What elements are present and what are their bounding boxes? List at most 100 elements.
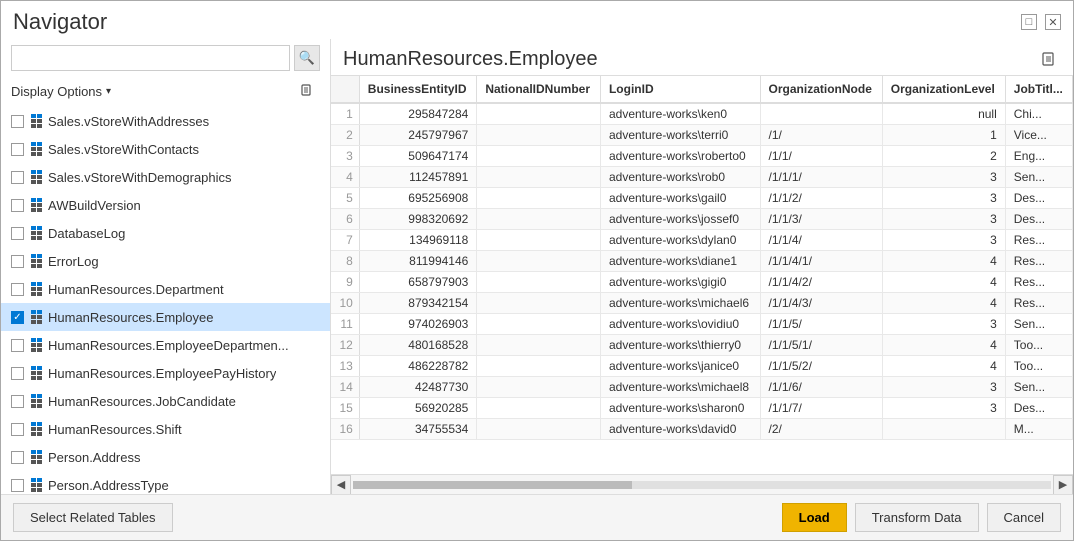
row-number: 9 (331, 272, 359, 293)
table-cell: 42487730 (359, 377, 477, 398)
nav-item-checkbox[interactable] (11, 339, 24, 352)
nav-page-icon-button[interactable] (296, 79, 320, 103)
table-row: 1442487730adventure-works\michael8/1/1/6… (331, 377, 1073, 398)
table-icon (28, 170, 44, 184)
row-number: 15 (331, 398, 359, 419)
nav-item-label: Sales.vStoreWithDemographics (48, 170, 232, 185)
table-cell: Des... (1005, 398, 1072, 419)
row-number: 2 (331, 125, 359, 146)
nav-item[interactable]: HumanResources.Department (1, 275, 330, 303)
table-cell (477, 398, 601, 419)
table-cell: Too... (1005, 356, 1072, 377)
nav-item-checkbox[interactable] (11, 227, 24, 240)
table-cell: 3 (882, 377, 1005, 398)
nav-item-label: HumanResources.Shift (48, 422, 182, 437)
table-row: 11974026903adventure-works\ovidiu0/1/1/5… (331, 314, 1073, 335)
table-cell: /1/1/ (760, 146, 882, 167)
nav-item-checkbox[interactable] (11, 367, 24, 380)
nav-item[interactable]: HumanResources.EmployeePayHistory (1, 359, 330, 387)
nav-item-checkbox[interactable] (11, 115, 24, 128)
nav-item[interactable]: HumanResources.Shift (1, 415, 330, 443)
left-panel: 🔍 Display Options ▾ (1, 39, 331, 494)
table-cell: 879342154 (359, 293, 477, 314)
nav-item[interactable]: AWBuildVersion (1, 191, 330, 219)
nav-item-checkbox[interactable]: ✓ (11, 311, 24, 324)
transform-data-button[interactable]: Transform Data (855, 503, 979, 532)
table-cell: M... (1005, 419, 1072, 440)
table-cell: /1/1/7/ (760, 398, 882, 419)
table-row: 4112457891adventure-works\rob0/1/1/1/3Se… (331, 167, 1073, 188)
row-number: 16 (331, 419, 359, 440)
table-cell: adventure-works\rob0 (600, 167, 760, 188)
table-header-cell: OrganizationNode (760, 76, 882, 103)
scroll-right-button[interactable]: ▶ (1053, 475, 1073, 495)
nav-item-label: Person.AddressType (48, 478, 169, 493)
right-panel: HumanResources.Employee BusinessEntityID… (331, 39, 1073, 494)
nav-item-checkbox[interactable] (11, 451, 24, 464)
load-button[interactable]: Load (782, 503, 847, 532)
nav-item[interactable]: Sales.vStoreWithDemographics (1, 163, 330, 191)
chevron-down-icon: ▾ (106, 86, 111, 97)
table-cell: 486228782 (359, 356, 477, 377)
table-cell: /1/1/5/2/ (760, 356, 882, 377)
table-cell: adventure-works\diane1 (600, 251, 760, 272)
nav-item-label: HumanResources.Department (48, 282, 224, 297)
nav-item-checkbox[interactable] (11, 283, 24, 296)
nav-item-checkbox[interactable] (11, 171, 24, 184)
search-input[interactable] (11, 45, 290, 71)
table-cell: adventure-works\michael8 (600, 377, 760, 398)
minimize-button[interactable]: □ (1021, 14, 1037, 30)
nav-item-checkbox[interactable] (11, 143, 24, 156)
table-cell: Vice... (1005, 125, 1072, 146)
table-cell: /1/1/4/ (760, 230, 882, 251)
nav-item[interactable]: Sales.vStoreWithContacts (1, 135, 330, 163)
nav-item[interactable]: Person.Address (1, 443, 330, 471)
table-cell (477, 272, 601, 293)
table-cell: adventure-works\roberto0 (600, 146, 760, 167)
table-cell (477, 293, 601, 314)
nav-list[interactable]: Sales.vStoreWithAddresses Sales.vStoreWi… (1, 107, 330, 494)
table-cell: 509647174 (359, 146, 477, 167)
table-cell: adventure-works\ken0 (600, 103, 760, 125)
nav-item[interactable]: HumanResources.EmployeeDepartmen... (1, 331, 330, 359)
nav-item-label: HumanResources.Employee (48, 310, 213, 325)
nav-item-checkbox[interactable] (11, 395, 24, 408)
nav-item-checkbox[interactable] (11, 255, 24, 268)
nav-item[interactable]: HumanResources.JobCandidate (1, 387, 330, 415)
preview-export-button[interactable] (1037, 47, 1061, 71)
row-number: 6 (331, 209, 359, 230)
nav-item[interactable]: ErrorLog (1, 247, 330, 275)
display-options-button[interactable]: Display Options ▾ (11, 84, 111, 99)
table-cell: Eng... (1005, 146, 1072, 167)
table-header-cell: BusinessEntityID (359, 76, 477, 103)
row-number: 12 (331, 335, 359, 356)
scroll-track[interactable] (353, 481, 1051, 489)
nav-item-checkbox[interactable] (11, 423, 24, 436)
horizontal-scrollbar[interactable]: ◀ ▶ (331, 474, 1073, 494)
data-table-container[interactable]: BusinessEntityIDNationalIDNumberLoginIDO… (331, 75, 1073, 474)
table-icon (28, 198, 44, 212)
table-cell: Res... (1005, 251, 1072, 272)
nav-item[interactable]: Sales.vStoreWithAddresses (1, 107, 330, 135)
nav-item[interactable]: Person.AddressType (1, 471, 330, 494)
row-number: 1 (331, 103, 359, 125)
table-cell: 4 (882, 272, 1005, 293)
scroll-left-button[interactable]: ◀ (331, 475, 351, 495)
nav-item[interactable]: ✓ HumanResources.Employee (1, 303, 330, 331)
table-header-cell: JobTitl... (1005, 76, 1072, 103)
row-number: 14 (331, 377, 359, 398)
row-number: 3 (331, 146, 359, 167)
table-icon (28, 142, 44, 156)
nav-item-checkbox[interactable] (11, 479, 24, 492)
cancel-button[interactable]: Cancel (987, 503, 1061, 532)
table-cell: 112457891 (359, 167, 477, 188)
select-related-tables-button[interactable]: Select Related Tables (13, 503, 173, 532)
table-cell: /2/ (760, 419, 882, 440)
nav-item[interactable]: DatabaseLog (1, 219, 330, 247)
navigator-window: Navigator □ ✕ 🔍 Display Options ▾ (0, 0, 1074, 541)
close-button[interactable]: ✕ (1045, 14, 1061, 30)
search-button[interactable]: 🔍 (294, 45, 320, 71)
nav-item-checkbox[interactable] (11, 199, 24, 212)
table-row: 1295847284adventure-works\ken0nullChi... (331, 103, 1073, 125)
table-row: 3509647174adventure-works\roberto0/1/1/2… (331, 146, 1073, 167)
